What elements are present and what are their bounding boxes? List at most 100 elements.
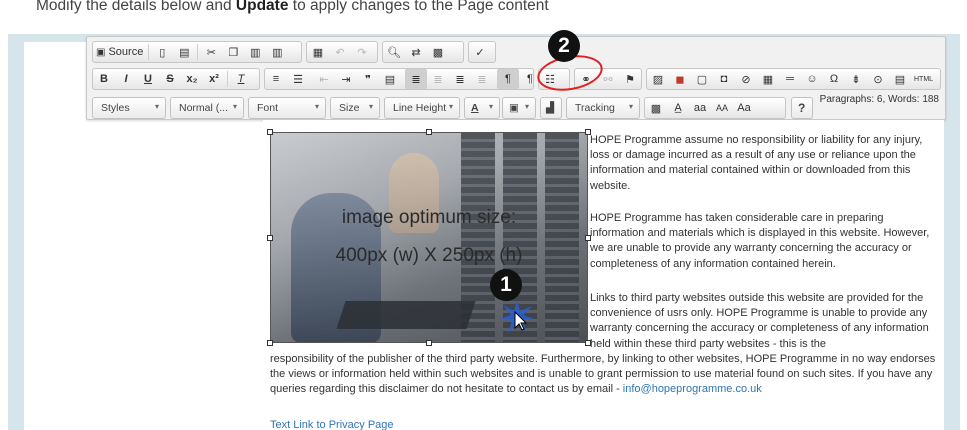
titlecase-button[interactable]: Aa (733, 98, 755, 118)
indent-icon[interactable]: ⇥ (335, 69, 357, 89)
templates-icon[interactable]: ▤ (173, 42, 195, 62)
uppercase-button[interactable]: AA (711, 98, 733, 118)
chevron-down-icon: ▾ (314, 102, 319, 111)
find-icon[interactable]: 🔍︎ (383, 42, 405, 62)
background-color-button[interactable]: ▣ ▾ (502, 97, 536, 119)
text-color-button[interactable]: A ▾ (464, 97, 500, 119)
paragraph-responsibility: responsibility of the publisher of the t… (270, 352, 942, 398)
email-link[interactable]: info@hopeprogramme.co.uk (623, 383, 762, 395)
chevron-down-icon: ▾ (368, 102, 373, 111)
line-height-dropdown[interactable]: Line Height ▾ (384, 97, 460, 119)
toolbar-group-insert: ▨ ◼ ▢ ◘ ⊘ ▦ ═ ☺ Ω ⇟ ⊙ ▤ HTML (646, 68, 941, 90)
toolbar-group-paragraph: ≡ ☰ ⇤ ⇥ ❞ ▤ ≣ ≣ ≣ ≣ ¶ ¶ (264, 68, 534, 90)
justify-icon[interactable]: ≣ (471, 69, 493, 89)
clipboard-icon: ▟ (546, 102, 555, 114)
select-all-icon[interactable]: ▩ (427, 42, 449, 62)
spell-case-icon[interactable]: A̲ (667, 98, 689, 118)
underline-button[interactable]: U (137, 69, 159, 89)
source-icon: ▣ (96, 46, 106, 58)
paragraph-links: Links to third party websites outside th… (590, 292, 929, 350)
annotation-badge-2: 2 (548, 30, 580, 62)
bold-button[interactable]: B (93, 69, 115, 89)
horizontal-line-icon[interactable]: ═ (779, 69, 801, 89)
intro-after: to apply changes to the Page content (288, 0, 549, 14)
align-right-icon[interactable]: ≣ (449, 69, 471, 89)
subscript-button[interactable]: x₂ (181, 69, 203, 89)
html-icon[interactable]: HTML (911, 69, 936, 89)
no-entry-icon[interactable]: ⊘ (735, 69, 757, 89)
source-button[interactable]: ▣ Source (93, 42, 146, 62)
paste-from-word-button[interactable]: ▟ (540, 97, 562, 119)
size-dropdown[interactable]: Size ▾ (330, 97, 380, 119)
toolbar-group-undo: ▦ ↶ ↷ (306, 41, 378, 63)
div-icon[interactable]: ▤ (379, 69, 401, 89)
tracking-dropdown[interactable]: Tracking ▾ (566, 97, 640, 119)
annotation-badge-1: 1 (490, 269, 522, 301)
html5-video-icon[interactable]: ◘ (713, 69, 735, 89)
qr-code-icon[interactable]: ▩ (645, 98, 667, 118)
smiley-icon[interactable]: ☺ (801, 69, 823, 89)
lowercase-button[interactable]: aa (689, 98, 711, 118)
chevron-down-icon: ▾ (448, 102, 453, 111)
chevron-down-icon: ▾ (488, 102, 493, 111)
toolbar-group-spell: ✓ (468, 41, 496, 63)
toolbar-group-document: ▣ Source ▯ ▤ ✂ ❐ ▥ ▥ (92, 41, 302, 63)
click-burst-icon (500, 300, 534, 333)
bullet-list-icon[interactable]: ☰ (287, 69, 309, 89)
copy-icon[interactable]: ❐ (222, 42, 244, 62)
map-icon[interactable]: ⊙ (867, 69, 889, 89)
spellcheck-icon[interactable]: ✓ (469, 42, 491, 62)
align-left-icon[interactable]: ≣ (405, 69, 427, 89)
editor-toolbar: ▣ Source ▯ ▤ ✂ ❐ ▥ ▥ ▦ ↶ ↷ 🔍︎ ⇄ ▩ ✓ B I U… (86, 36, 946, 120)
intro-update-word: Update (235, 0, 289, 14)
resize-handle-nw[interactable] (267, 129, 273, 135)
outdent-icon[interactable]: ⇤ (313, 69, 335, 89)
chevron-down-icon: ▾ (154, 102, 159, 111)
styles-dropdown[interactable]: Styles ▾ (92, 97, 166, 119)
iframe-icon[interactable]: ▢ (691, 69, 713, 89)
strike-button[interactable]: S (159, 69, 181, 89)
resize-handle-w[interactable] (267, 235, 273, 241)
paste-text-icon[interactable]: ▥ (266, 42, 288, 62)
image-icon[interactable]: ▨ (647, 69, 669, 89)
italic-button[interactable]: I (115, 69, 137, 89)
help-button[interactable]: ? (791, 97, 813, 119)
chevron-down-icon: ▾ (232, 102, 237, 111)
paste-icon[interactable]: ▥ (244, 42, 266, 62)
format-dropdown[interactable]: Normal (... ▾ (170, 97, 244, 119)
page-break-icon[interactable]: ⇟ (845, 69, 867, 89)
privacy-page-link[interactable]: Text Link to Privacy Page (270, 418, 394, 430)
align-center-icon[interactable]: ≣ (427, 69, 449, 89)
new-page-icon[interactable]: ▯ (151, 42, 173, 62)
special-char-icon[interactable]: Ω (823, 69, 845, 89)
resize-handle-sw[interactable] (267, 340, 273, 346)
word-count-status: Paragraphs: 6, Words: 188 (819, 94, 939, 105)
resize-handle-n[interactable] (426, 129, 432, 135)
image-caption-line1: image optimum size: (341, 207, 517, 228)
anchor-icon[interactable]: ⚑ (619, 69, 641, 89)
replace-icon[interactable]: ⇄ (405, 42, 427, 62)
image-caption-line2: 400px (w) X 250px (h) (335, 245, 523, 266)
superscript-button[interactable]: x² (203, 69, 225, 89)
redo-icon[interactable]: ↷ (351, 42, 373, 62)
paragraph-care: HOPE Programme has taken considerable ca… (590, 212, 930, 270)
table-icon[interactable]: ▦ (757, 69, 779, 89)
font-dropdown[interactable]: Font ▾ (248, 97, 326, 119)
responsibility-text: responsibility of the publisher of the t… (270, 353, 936, 396)
undo-icon[interactable]: ↶ (329, 42, 351, 62)
paragraph-liability: HOPE Programme assume no responsibility … (590, 134, 923, 192)
bg-color-icon: ▣ (509, 102, 519, 114)
blockquote-icon[interactable]: ❞ (357, 69, 379, 89)
save-icon[interactable]: ▤ (889, 69, 911, 89)
editor-frame-right (944, 34, 960, 430)
numbered-list-icon[interactable]: ≡ (265, 69, 287, 89)
chevron-down-icon: ▾ (628, 102, 633, 111)
resize-handle-s[interactable] (426, 340, 432, 346)
paste-word-icon[interactable]: ▦ (307, 42, 329, 62)
ltr-icon[interactable]: ¶ (497, 69, 519, 89)
placeholder-image[interactable]: image optimum size: 400px (w) X 250px (h… (270, 132, 588, 343)
flash-icon[interactable]: ◼ (669, 69, 691, 89)
remove-format-icon[interactable]: T (230, 69, 252, 89)
source-label: Source (108, 46, 144, 58)
cut-icon[interactable]: ✂ (200, 42, 222, 62)
